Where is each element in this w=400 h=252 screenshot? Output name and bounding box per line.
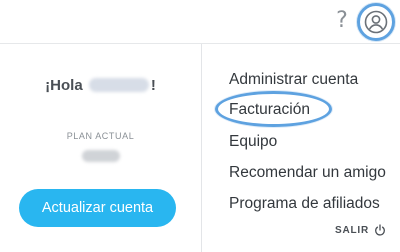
- question-mark-icon[interactable]: ?: [332, 8, 352, 34]
- logout-button[interactable]: SALIR: [335, 224, 386, 236]
- menu-item-refer-friend[interactable]: Recomendar un amigo: [229, 163, 386, 183]
- plan-label: PLAN ACTUAL: [66, 131, 135, 141]
- greeting: ¡Hola !: [0, 76, 201, 96]
- power-icon: [375, 224, 385, 236]
- user-circle-icon: [364, 10, 388, 34]
- top-bar: ?: [0, 0, 400, 44]
- logout-label: SALIR: [335, 224, 369, 236]
- menu-item-billing[interactable]: Facturación: [229, 100, 310, 120]
- greeting-suffix: !: [150, 77, 156, 94]
- account-dropdown-menu: Administrar cuenta Facturación Equipo Re…: [201, 44, 400, 252]
- redacted-user-name: [88, 78, 149, 92]
- account-summary: ¡Hola ! PLAN ACTUAL Actualizar cuenta: [0, 44, 201, 252]
- account-menu-button[interactable]: [357, 3, 395, 41]
- redacted-plan-name: [82, 150, 120, 162]
- menu-item-team[interactable]: Equipo: [229, 132, 277, 152]
- upgrade-account-button[interactable]: Actualizar cuenta: [19, 189, 176, 227]
- menu-item-affiliate-program[interactable]: Programa de afiliados: [229, 194, 380, 214]
- greeting-prefix: ¡Hola: [45, 77, 83, 94]
- menu-item-manage-account[interactable]: Administrar cuenta: [229, 70, 358, 90]
